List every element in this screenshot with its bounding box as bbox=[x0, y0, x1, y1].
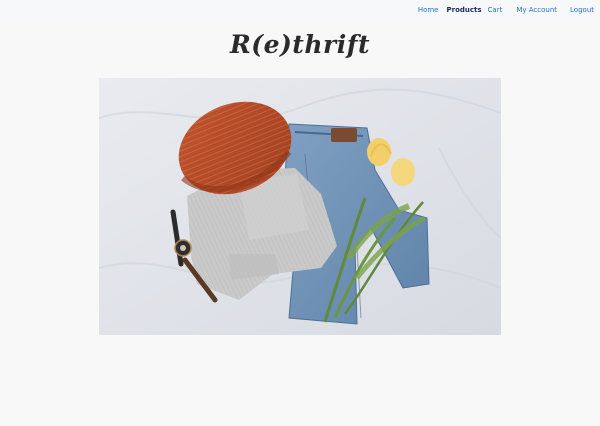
nav-link-logout[interactable]: Logout bbox=[570, 6, 594, 15]
hero-illustration bbox=[99, 78, 501, 335]
nav-link-home[interactable]: Home bbox=[418, 6, 439, 15]
brand-title: R(e)thrift bbox=[229, 30, 371, 59]
nav-link-my-account[interactable]: My Account bbox=[516, 6, 557, 15]
nav-link-products[interactable]: Products bbox=[446, 6, 481, 15]
hero-image bbox=[99, 78, 501, 335]
nav-link-cart[interactable]: Cart bbox=[488, 6, 503, 15]
nav-links: Home Products Cart My Account Logout bbox=[406, 6, 594, 15]
top-navigation-bar: Home Products Cart My Account Logout bbox=[0, 0, 600, 20]
